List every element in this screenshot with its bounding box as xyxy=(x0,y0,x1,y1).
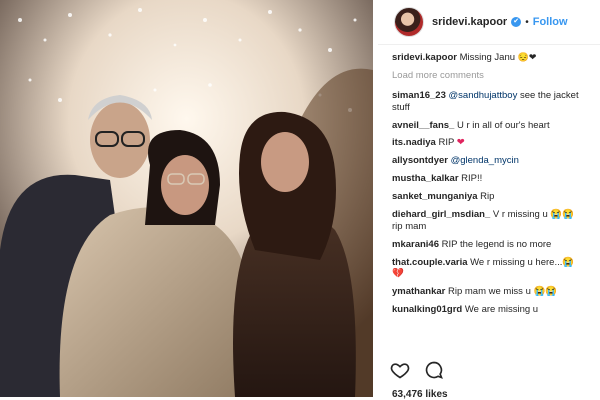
comment-username[interactable]: ymathankar xyxy=(392,286,445,297)
photo-illustration xyxy=(0,0,373,397)
separator-dot: • xyxy=(525,16,529,28)
post-side-panel: sridevi.kapoor ✔ • Follow sridevi.kapoor… xyxy=(378,0,600,400)
comment-text-line2: stuff xyxy=(392,101,410,113)
comment-text: V r missing u 😭😭 xyxy=(490,208,575,220)
comment-icon[interactable] xyxy=(424,360,444,380)
comment-text: U r in all of our's heart xyxy=(454,119,550,131)
heart-icon[interactable] xyxy=(390,360,410,380)
comment-text: RIP the legend is no more xyxy=(439,238,552,250)
comment-item: diehard_girl_msdian_ V r missing u 😭😭 ri… xyxy=(392,209,600,233)
comment-item: sanket_munganiya Rip xyxy=(392,191,600,203)
comment-item: avneil__fans_ U r in all of our's heart xyxy=(392,120,600,132)
heart-emoji: ❤ xyxy=(456,137,465,149)
post-header: sridevi.kapoor ✔ • Follow xyxy=(378,0,600,45)
comment-text: RIP xyxy=(435,137,457,149)
comments-list: sridevi.kapoor Missing Janu 😔❤ Load more… xyxy=(392,52,600,322)
comment-item: mkarani46 RIP the legend is no more xyxy=(392,239,600,251)
comment-username[interactable]: its.nadiya xyxy=(392,137,436,148)
header-username[interactable]: sridevi.kapoor xyxy=(432,16,507,28)
comment-mention[interactable]: @sandhujattboy xyxy=(449,90,518,101)
comment-item: its.nadiya RIP ❤ xyxy=(392,137,600,149)
likes-count: 63,476 likes xyxy=(392,389,448,400)
comment-username[interactable]: avneil__fans_ xyxy=(392,120,454,131)
comment-username[interactable]: siman16_23 xyxy=(392,90,446,101)
comment-username[interactable]: that.couple.varia xyxy=(392,257,468,268)
comment-item: kunalking01grd We are missing u xyxy=(392,304,600,316)
comment-text: RIP!! xyxy=(458,173,483,185)
comment-text: Rip xyxy=(477,191,495,202)
verified-icon: ✔ xyxy=(511,17,522,27)
comment-text: Rip mam we miss u 😭😭 xyxy=(445,286,558,298)
comment-username[interactable]: allysontdyer xyxy=(392,155,448,166)
comment-username[interactable]: mustha_kalkar xyxy=(392,173,459,184)
caption-text: Missing Janu xyxy=(459,52,516,63)
comment-username[interactable]: diehard_girl_msdian_ xyxy=(392,209,490,220)
comment-text-line2: 💔 xyxy=(392,268,404,280)
comment-text: We are missing u xyxy=(462,304,539,316)
caption-username[interactable]: sridevi.kapoor xyxy=(392,52,457,63)
post-photo xyxy=(0,0,373,397)
avatar[interactable] xyxy=(394,7,424,37)
comment-username[interactable]: mkarani46 xyxy=(392,239,439,250)
comment-item: siman16_23 @sandhujattboy see the jacket… xyxy=(392,90,600,114)
comment-username[interactable]: sanket_munganiya xyxy=(392,191,478,202)
comment-item: that.couple.varia We r missing u here...… xyxy=(392,257,600,281)
caption-emojis: 😔❤ xyxy=(517,52,537,62)
comment-text: see the jacket xyxy=(517,89,579,101)
load-more-comments-button[interactable]: Load more comments xyxy=(392,70,600,82)
comment-item: mustha_kalkar RIP!! xyxy=(392,173,600,185)
comment-mention[interactable]: @glenda_mycin xyxy=(451,155,519,166)
comment-username[interactable]: kunalking01grd xyxy=(392,304,462,315)
follow-button[interactable]: Follow xyxy=(533,16,568,28)
post-actions xyxy=(390,360,444,380)
comment-item: ymathankar Rip mam we miss u 😭😭 xyxy=(392,286,600,298)
caption: sridevi.kapoor Missing Janu 😔❤ xyxy=(392,52,600,64)
comment-item: allysontdyer @glenda_mycin xyxy=(392,155,600,167)
comment-text-line2: rip mam xyxy=(392,220,427,232)
comment-text: We r missing u here...😭 xyxy=(467,256,575,268)
